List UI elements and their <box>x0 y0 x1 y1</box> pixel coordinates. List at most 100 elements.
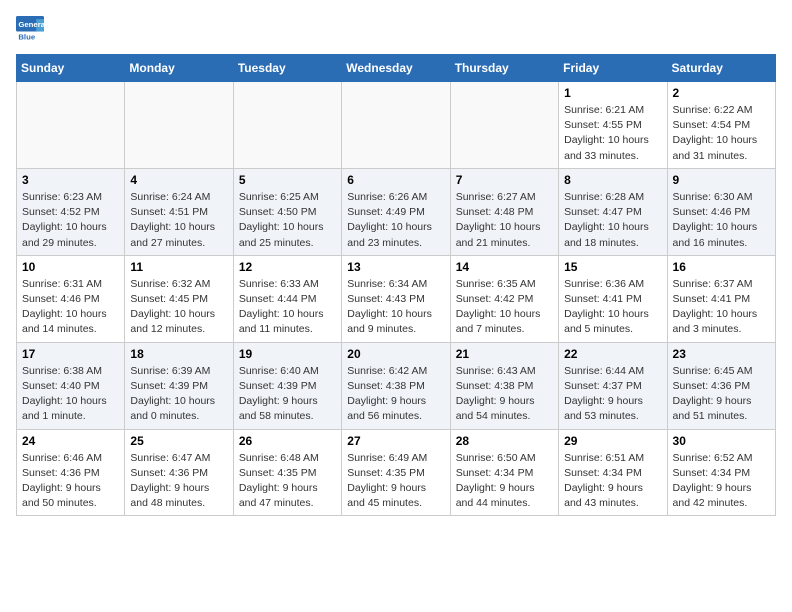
day-info: Sunrise: 6:47 AMSunset: 4:36 PMDaylight:… <box>130 451 227 512</box>
sunset-text: Sunset: 4:42 PM <box>456 293 534 305</box>
sunset-text: Sunset: 4:43 PM <box>347 293 425 305</box>
daylight-text: Daylight: 9 hours and 42 minutes. <box>673 482 752 509</box>
sunset-text: Sunset: 4:39 PM <box>130 380 208 392</box>
day-info: Sunrise: 6:44 AMSunset: 4:37 PMDaylight:… <box>564 364 661 425</box>
day-number: 7 <box>456 173 553 187</box>
daylight-text: Daylight: 9 hours and 50 minutes. <box>22 482 101 509</box>
sunset-text: Sunset: 4:52 PM <box>22 206 100 218</box>
calendar-cell: 6 Sunrise: 6:26 AM Sunset: 4:49 PM Daylight… <box>342 168 450 255</box>
sunset-text: Sunset: 4:46 PM <box>22 293 100 305</box>
sunset-text: Sunset: 4:34 PM <box>564 467 642 479</box>
sunset-text: Sunset: 4:44 PM <box>239 293 317 305</box>
dow-header: Friday <box>559 55 667 82</box>
day-number: 30 <box>673 434 770 448</box>
dow-header: Thursday <box>450 55 558 82</box>
sunrise-text: Sunrise: 6:52 AM <box>673 452 753 464</box>
sunset-text: Sunset: 4:34 PM <box>456 467 534 479</box>
sunset-text: Sunset: 4:38 PM <box>347 380 425 392</box>
logo: General Blue <box>16 16 44 44</box>
daylight-text: Daylight: 10 hours and 29 minutes. <box>22 221 107 248</box>
daylight-text: Daylight: 10 hours and 12 minutes. <box>130 308 215 335</box>
sunset-text: Sunset: 4:36 PM <box>130 467 208 479</box>
daylight-text: Daylight: 10 hours and 31 minutes. <box>673 134 758 161</box>
sunrise-text: Sunrise: 6:30 AM <box>673 191 753 203</box>
daylight-text: Daylight: 10 hours and 16 minutes. <box>673 221 758 248</box>
day-info: Sunrise: 6:32 AMSunset: 4:45 PMDaylight:… <box>130 277 227 338</box>
sunset-text: Sunset: 4:35 PM <box>239 467 317 479</box>
calendar-cell: 9Sunrise: 6:30 AMSunset: 4:46 PMDaylight… <box>667 168 775 255</box>
day-info: Sunrise: 6:23 AM Sunset: 4:52 PM Daylight:… <box>22 190 119 251</box>
dow-header: Saturday <box>667 55 775 82</box>
day-info: Sunrise: 6:37 AMSunset: 4:41 PMDaylight:… <box>673 277 770 338</box>
daylight-text: Daylight: 10 hours and 3 minutes. <box>673 308 758 335</box>
day-info: Sunrise: 6:21 AMSunset: 4:55 PMDaylight:… <box>564 103 661 164</box>
sunset-text: Sunset: 4:38 PM <box>456 380 534 392</box>
logo-icon: General Blue <box>16 16 44 44</box>
daylight-text: Daylight: 9 hours and 44 minutes. <box>456 482 535 509</box>
day-number: 8 <box>564 173 661 187</box>
calendar-cell: 15Sunrise: 6:36 AMSunset: 4:41 PMDayligh… <box>559 255 667 342</box>
calendar-week-row: 1 Sunrise: 6:21 AMSunset: 4:55 PMDaylight… <box>17 82 776 169</box>
daylight-text: Daylight: 10 hours and 23 minutes. <box>347 221 432 248</box>
calendar-cell: 14Sunrise: 6:35 AMSunset: 4:42 PMDayligh… <box>450 255 558 342</box>
day-number: 29 <box>564 434 661 448</box>
sunrise-text: Sunrise: 6:26 AM <box>347 191 427 203</box>
day-info: Sunrise: 6:51 AMSunset: 4:34 PMDaylight:… <box>564 451 661 512</box>
calendar-cell: 27Sunrise: 6:49 AMSunset: 4:35 PMDayligh… <box>342 429 450 516</box>
sunset-text: Sunset: 4:45 PM <box>130 293 208 305</box>
daylight-text: Daylight: 9 hours and 58 minutes. <box>239 395 318 422</box>
calendar-cell: 28Sunrise: 6:50 AMSunset: 4:34 PMDayligh… <box>450 429 558 516</box>
sunset-text: Sunset: 4:47 PM <box>564 206 642 218</box>
calendar-cell: 20Sunrise: 6:42 AMSunset: 4:38 PMDayligh… <box>342 342 450 429</box>
day-number: 21 <box>456 347 553 361</box>
sunset-text: Sunset: 4:35 PM <box>347 467 425 479</box>
day-number: 1 <box>564 86 661 100</box>
calendar-cell: 30Sunrise: 6:52 AMSunset: 4:34 PMDayligh… <box>667 429 775 516</box>
sunset-text: Sunset: 4:49 PM <box>347 206 425 218</box>
sunrise-text: Sunrise: 6:51 AM <box>564 452 644 464</box>
daylight-text: Daylight: 9 hours and 54 minutes. <box>456 395 535 422</box>
day-info: Sunrise: 6:33 AMSunset: 4:44 PMDaylight:… <box>239 277 336 338</box>
daylight-text: Daylight: 10 hours and 5 minutes. <box>564 308 649 335</box>
daylight-text: Daylight: 9 hours and 51 minutes. <box>673 395 752 422</box>
calendar-cell: 4Sunrise: 6:24 AMSunset: 4:51 PMDaylight… <box>125 168 233 255</box>
day-number: 6 <box>347 173 444 187</box>
daylight-text: Daylight: 10 hours and 27 minutes. <box>130 221 215 248</box>
day-number: 18 <box>130 347 227 361</box>
sunset-text: Sunset: 4:50 PM <box>239 206 317 218</box>
sunrise-text: Sunrise: 6:31 AM <box>22 278 102 290</box>
calendar-cell: 24Sunrise: 6:46 AMSunset: 4:36 PMDayligh… <box>17 429 125 516</box>
daylight-text: Daylight: 9 hours and 48 minutes. <box>130 482 209 509</box>
sunset-text: Sunset: 4:37 PM <box>564 380 642 392</box>
day-info: Sunrise: 6:40 AMSunset: 4:39 PMDaylight:… <box>239 364 336 425</box>
calendar-cell: 18 Sunrise: 6:39 AMSunset: 4:39 PMDayligh… <box>125 342 233 429</box>
sunrise-text: Sunrise: 6:38 AM <box>22 365 102 377</box>
calendar-cell: 29Sunrise: 6:51 AMSunset: 4:34 PMDayligh… <box>559 429 667 516</box>
day-info: Sunrise: 6:31 AMSunset: 4:46 PMDaylight:… <box>22 277 119 338</box>
calendar-cell: 5Sunrise: 6:25 AMSunset: 4:50 PMDaylight… <box>233 168 341 255</box>
day-number: 15 <box>564 260 661 274</box>
calendar-cell <box>125 82 233 169</box>
day-number: 4 <box>130 173 227 187</box>
daylight-text: Daylight: 10 hours and 25 minutes. <box>239 221 324 248</box>
sunrise-text: Sunrise: 6:34 AM <box>347 278 427 290</box>
calendar-cell <box>233 82 341 169</box>
day-info: Sunrise: 6:39 AMSunset: 4:39 PMDaylight:… <box>130 364 227 425</box>
calendar-cell: 25Sunrise: 6:47 AMSunset: 4:36 PMDayligh… <box>125 429 233 516</box>
daylight-text: Daylight: 10 hours and 18 minutes. <box>564 221 649 248</box>
calendar-cell <box>450 82 558 169</box>
calendar-cell: 3 Sunrise: 6:23 AM Sunset: 4:52 PM Daylight… <box>17 168 125 255</box>
day-number: 2 <box>673 86 770 100</box>
page-header: General Blue <box>16 16 776 44</box>
day-info: Sunrise: 6:42 AMSunset: 4:38 PMDaylight:… <box>347 364 444 425</box>
sunrise-text: Sunrise: 6:23 AM <box>22 191 102 203</box>
calendar-cell: 13Sunrise: 6:34 AMSunset: 4:43 PMDayligh… <box>342 255 450 342</box>
day-info: Sunrise: 6:34 AMSunset: 4:43 PMDaylight:… <box>347 277 444 338</box>
calendar-cell: 26Sunrise: 6:48 AMSunset: 4:35 PMDayligh… <box>233 429 341 516</box>
day-number: 3 <box>22 173 119 187</box>
sunset-text: Sunset: 4:51 PM <box>130 206 208 218</box>
sunrise-text: Sunrise: 6:46 AM <box>22 452 102 464</box>
calendar-cell: 11Sunrise: 6:32 AMSunset: 4:45 PMDayligh… <box>125 255 233 342</box>
calendar-body: 1 Sunrise: 6:21 AMSunset: 4:55 PMDaylight… <box>17 82 776 516</box>
sunrise-text: Sunrise: 6:50 AM <box>456 452 536 464</box>
